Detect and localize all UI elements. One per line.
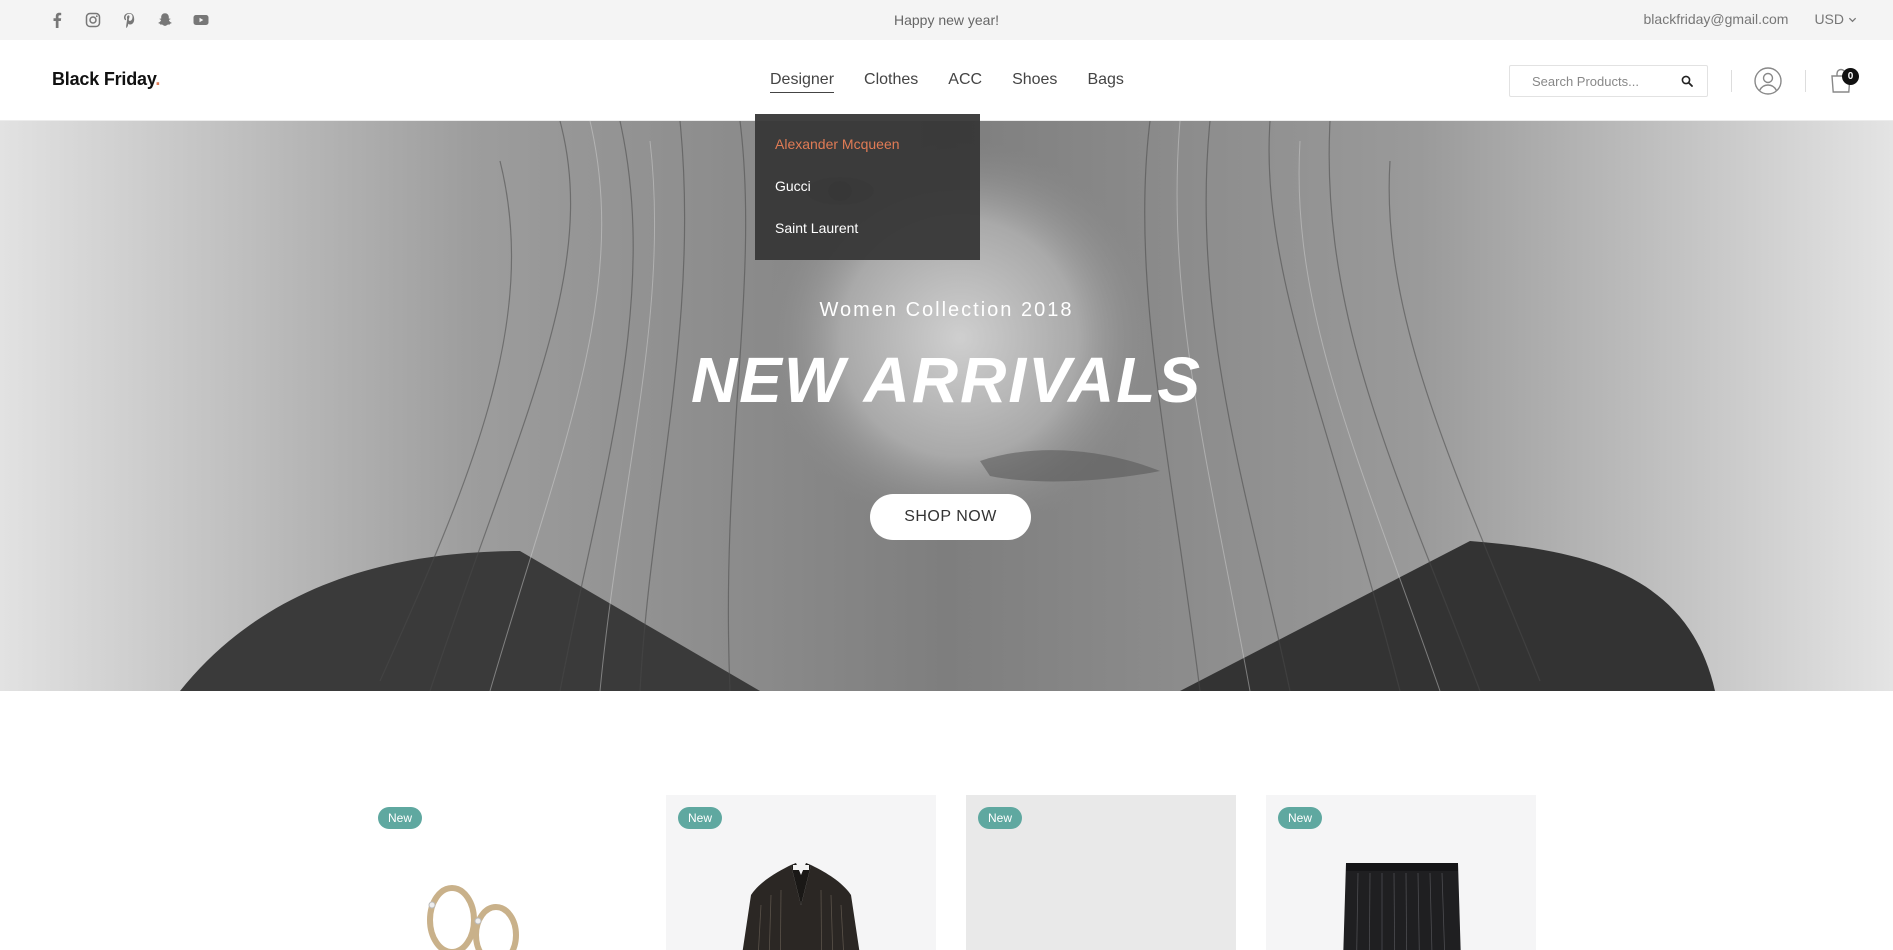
contact-email[interactable]: blackfriday@gmail.com: [1644, 11, 1789, 27]
new-badge: New: [978, 807, 1023, 829]
hero-title: NEW ARRIVALS: [690, 344, 1203, 416]
currency-label: USD: [1814, 11, 1844, 27]
top-right-links: blackfriday@gmail.com USD: [1644, 11, 1857, 27]
logo-dot: .: [155, 69, 161, 89]
product-card[interactable]: New: [366, 795, 636, 950]
nav-item-designer[interactable]: Designer: [770, 71, 835, 93]
top-bar: Happy new year! blackfriday@gmail.com US…: [0, 0, 1893, 40]
new-badge: New: [1278, 807, 1323, 829]
nav-item-clothes[interactable]: Clothes: [864, 71, 918, 93]
product-grid: New New New New: [366, 795, 1536, 950]
nav-item-shoes[interactable]: Shoes: [1012, 71, 1057, 93]
main-header: Black Friday. Designer Clothes ACC Shoes…: [0, 40, 1893, 121]
new-badge: New: [678, 807, 723, 829]
nav-item-bags[interactable]: Bags: [1087, 71, 1123, 93]
shop-now-button[interactable]: SHOP NOW: [870, 494, 1031, 540]
product-card[interactable]: New: [666, 795, 936, 950]
product-card[interactable]: New: [966, 795, 1236, 950]
chevron-down-icon: [1848, 17, 1857, 22]
account-button[interactable]: [1753, 66, 1783, 96]
product-card[interactable]: New: [1266, 795, 1536, 950]
header-divider: [1805, 70, 1806, 92]
announcement-text: Happy new year!: [893, 12, 1000, 28]
nav-item-acc[interactable]: ACC: [948, 71, 982, 93]
search-button[interactable]: [1679, 73, 1695, 89]
user-icon: [1754, 67, 1782, 95]
dropdown-item-alexander-mcqueen[interactable]: Alexander Mcqueen: [755, 136, 980, 178]
site-logo[interactable]: Black Friday.: [52, 69, 160, 90]
dropdown-item-gucci[interactable]: Gucci: [755, 178, 980, 220]
logo-text: Black Friday: [52, 69, 156, 89]
dropdown-item-saint-laurent[interactable]: Saint Laurent: [755, 220, 980, 262]
main-nav: Designer Clothes ACC Shoes Bags: [770, 71, 1124, 93]
designer-dropdown-menu: Alexander Mcqueen Gucci Saint Laurent: [755, 114, 980, 260]
hero-subtitle: Women Collection 2018: [819, 299, 1074, 321]
search-input[interactable]: [1532, 73, 1672, 89]
search-icon: [1681, 75, 1693, 87]
new-badge: New: [378, 807, 423, 829]
search-box: [1509, 65, 1708, 97]
cart-count-badge: 0: [1842, 68, 1859, 85]
currency-selector[interactable]: USD: [1814, 11, 1857, 27]
header-divider: [1731, 70, 1732, 92]
